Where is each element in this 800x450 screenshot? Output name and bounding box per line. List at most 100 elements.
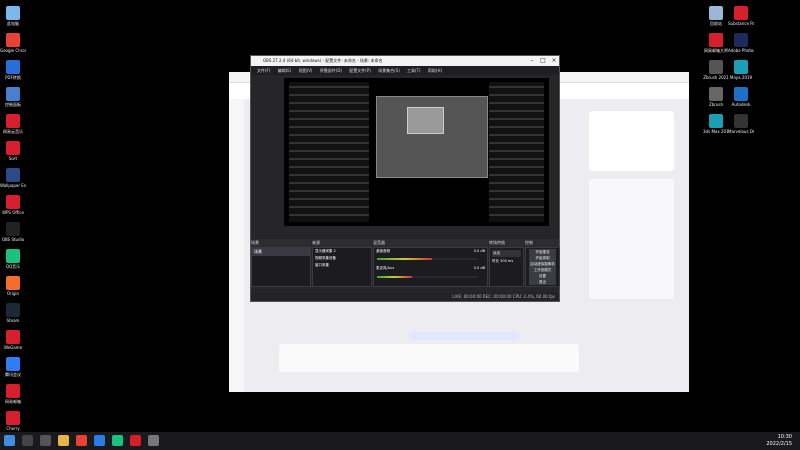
- desktop-icon[interactable]: 网易邮箱: [2, 384, 24, 404]
- clock[interactable]: 10:30 2022/2/15: [766, 434, 792, 448]
- desktop-icon-label: QQ音乐: [5, 264, 21, 269]
- obs-icon: [6, 222, 20, 236]
- desktop-icon-label: Sort: [8, 156, 18, 161]
- desktop-icon-label: OBS Studio: [1, 237, 25, 242]
- app-icon: [6, 141, 20, 155]
- maya-icon: [734, 60, 748, 74]
- desktop-icon[interactable]: WeGame: [2, 330, 24, 350]
- search-icon[interactable]: [22, 435, 33, 446]
- source-item[interactable]: 视频采集设备: [313, 255, 371, 262]
- close-icon[interactable]: ×: [549, 56, 559, 66]
- preview-desktop-icons: [289, 82, 369, 222]
- desktop-icon-label: Zbrush: [708, 102, 724, 107]
- max-icon: [709, 114, 723, 128]
- controls-dock-header: 控制: [525, 239, 559, 247]
- clock-time: 10:30: [777, 434, 792, 440]
- control-panel-icon: [6, 87, 20, 101]
- desktop-icon[interactable]: 此电脑: [2, 6, 24, 26]
- desktop-icon[interactable]: Google Chrome: [0, 33, 26, 53]
- minimize-icon[interactable]: –: [527, 56, 537, 66]
- mixer-panel: 桌面音频 0.0 dB 麦克风/Aux 0.0 dB: [373, 247, 488, 287]
- menu-tools[interactable]: 工具(T): [407, 68, 421, 73]
- preview-nested-window: [376, 96, 488, 178]
- desktop-icon[interactable]: 网易邮箱大师: [704, 33, 728, 53]
- controls-panel: 开始推流 开始录制 启动虚拟摄像机 工作室模式 设置 退出: [525, 247, 560, 287]
- desktop-icon[interactable]: PDF转换: [2, 60, 24, 80]
- desktop-icon-label: Autodesk: [731, 102, 751, 107]
- desktop-icon-label: PDF转换: [5, 75, 21, 80]
- duration-label: 时长 300 ms: [492, 259, 514, 263]
- preview-right-icons: [489, 82, 544, 222]
- desktop-icon[interactable]: WPS Office: [2, 195, 24, 215]
- desktop-icon[interactable]: QQ音乐: [2, 249, 24, 269]
- desktop-icon[interactable]: Wallpaper Engine: [0, 168, 26, 188]
- desktop-icon-label: Substance Painter: [728, 21, 754, 26]
- volume-meter: [377, 258, 477, 260]
- menu-view[interactable]: 视图(V): [299, 68, 313, 73]
- desktop-icon-label: WPS Office: [2, 210, 24, 215]
- menu-profile[interactable]: 配置文件(P): [349, 68, 371, 73]
- menu-edit[interactable]: 编辑(E): [278, 68, 292, 73]
- source-item[interactable]: 显示器采集 2: [313, 248, 371, 255]
- cherry-icon: [6, 411, 20, 425]
- desktop-icon[interactable]: 腾讯会议: [2, 357, 24, 377]
- netease-icon[interactable]: [130, 435, 141, 446]
- side-card: [589, 179, 674, 299]
- start-icon[interactable]: [4, 435, 15, 446]
- transition-dock-header: 转场特效: [489, 239, 524, 247]
- menu-scene-collection[interactable]: 场景集合(S): [378, 68, 400, 73]
- obs-preview[interactable]: [284, 78, 549, 226]
- desktop-icon-label: Cherry: [6, 426, 20, 431]
- wechat-icon[interactable]: [112, 435, 123, 446]
- steam-icon: [6, 303, 20, 317]
- desktop-icon[interactable]: Autodesk: [730, 87, 752, 107]
- scene-item[interactable]: 场景: [252, 248, 310, 256]
- mixer-track: 桌面音频 0.0 dB: [376, 249, 485, 253]
- desktop-icon-label: Steam: [6, 318, 20, 323]
- desktop-icon[interactable]: Origin: [2, 276, 24, 296]
- desktop-icon[interactable]: 网易云音乐: [2, 114, 24, 134]
- exit-button[interactable]: 退出: [529, 279, 556, 285]
- desktop-icon[interactable]: 控制面板: [2, 87, 24, 107]
- desktop-icon[interactable]: OBS Studio: [2, 222, 24, 242]
- desktop-icon[interactable]: Steam: [2, 303, 24, 323]
- desktop-icon[interactable]: Zbrush: [705, 87, 727, 107]
- transition-panel: 淡出 时长 300 ms: [489, 247, 524, 287]
- desktop-icon[interactable]: Cherry: [2, 411, 24, 431]
- obs-taskbar-icon[interactable]: [148, 435, 159, 446]
- desktop-icon-label: Google Chrome: [0, 48, 26, 53]
- desktop-icon[interactable]: Substance Painter: [728, 6, 754, 26]
- desktop-icon[interactable]: Adobe Photoshop: [728, 33, 754, 53]
- obs-title-bar[interactable]: OBS 27.2.4 (64-bit, windows) - 配置文件: 未命名…: [251, 56, 559, 66]
- desktop-icon[interactable]: Zbrush 2021: [703, 60, 729, 80]
- autodesk-icon: [734, 87, 748, 101]
- obs-menu-bar: 文件(F) 编辑(E) 视图(V) 停靠部件(D) 配置文件(P) 场景集合(S…: [251, 66, 559, 75]
- desktop-icon[interactable]: Marvelous Designer: [728, 114, 754, 134]
- chrome-icon[interactable]: [76, 435, 87, 446]
- obs-window[interactable]: OBS 27.2.4 (64-bit, windows) - 配置文件: 未命名…: [250, 55, 560, 302]
- chrome-icon: [6, 33, 20, 47]
- desktop-icon-label: 回收站: [710, 21, 722, 26]
- task-view-icon[interactable]: [40, 435, 51, 446]
- desktop-icon[interactable]: 3ds Max 2019: [703, 114, 729, 134]
- wps-icon: [6, 195, 20, 209]
- maximize-icon[interactable]: □: [538, 56, 548, 66]
- edge-icon[interactable]: [94, 435, 105, 446]
- desktop-icon[interactable]: Sort: [2, 141, 24, 161]
- desktop-icon-label: 网易邮箱大师: [704, 48, 728, 53]
- mail-icon: [709, 33, 723, 47]
- volume-meter: [377, 276, 477, 278]
- desktop-icon-label: Zbrush 2021: [703, 75, 729, 80]
- duration-value[interactable]: 300 ms: [500, 259, 513, 263]
- desktop-icon[interactable]: Maya 2019: [730, 60, 752, 80]
- source-item[interactable]: 窗口采集: [313, 262, 371, 269]
- desktop-icon-label: 网易云音乐: [3, 129, 23, 134]
- desktop-icon-label: Wallpaper Engine: [0, 183, 26, 188]
- menu-file[interactable]: 文件(F): [257, 68, 270, 73]
- menu-help[interactable]: 帮助(H): [428, 68, 442, 73]
- menu-docks[interactable]: 停靠部件(D): [320, 68, 342, 73]
- desktop-icon[interactable]: 回收站: [705, 6, 727, 26]
- file-explorer-icon[interactable]: [58, 435, 69, 446]
- desktop-icon-label: 3ds Max 2019: [703, 129, 729, 134]
- transition-select[interactable]: 淡出: [492, 250, 521, 257]
